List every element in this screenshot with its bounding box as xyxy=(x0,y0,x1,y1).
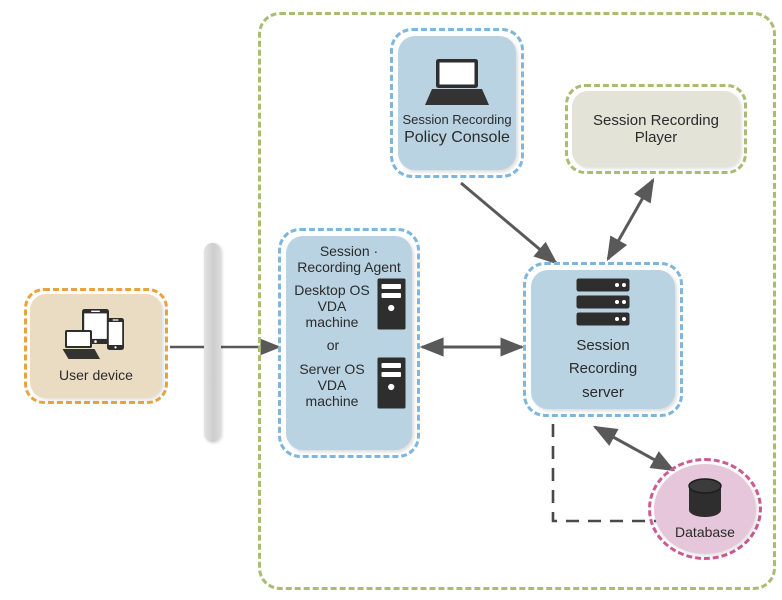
desktop-vda-row: Desktop OS VDA machine xyxy=(292,278,406,335)
server-label-line1: Session xyxy=(576,337,630,355)
policy-console-label-line2: Policy Console xyxy=(404,129,510,147)
database-cylinder-icon xyxy=(687,478,723,523)
node-session-recording-server[interactable]: Session Recording server xyxy=(523,262,683,417)
database-label: Database xyxy=(675,523,735,540)
server-vda-label: Server OS VDA machine xyxy=(299,361,365,409)
server-label-line3: server xyxy=(582,383,624,401)
devices-icon xyxy=(62,308,130,365)
firewall-bar-icon xyxy=(204,243,221,442)
policy-console-label-line1: Session Recording xyxy=(402,112,512,128)
node-policy-console[interactable]: Session Recording Policy Console xyxy=(390,28,524,178)
node-user-device[interactable]: User device xyxy=(24,288,168,404)
tower-computer-icon-2 xyxy=(377,357,406,414)
server-label-line2: Recording xyxy=(568,360,638,378)
agent-title-line2: Recording Agent xyxy=(297,258,401,275)
node-session-recording-player[interactable]: Session Recording Player xyxy=(565,84,747,174)
node-database[interactable]: Database xyxy=(648,458,762,560)
user-device-label: User device xyxy=(59,367,133,384)
agent-title-line1: Session · xyxy=(319,243,379,259)
laptop-icon xyxy=(424,58,490,113)
desktop-vda-label: Desktop OS VDA machine xyxy=(294,282,370,330)
diagram-canvas: User device Session Recording Policy Con… xyxy=(0,0,782,600)
server-vda-row: Server OS VDA machine xyxy=(292,357,406,414)
agent-or-label: or xyxy=(326,337,340,354)
player-label-line1: Session Recording xyxy=(593,111,719,129)
tower-computer-icon xyxy=(377,278,406,335)
agent-title: Session · Recording Agent xyxy=(292,243,406,275)
node-session-recording-agent[interactable]: Session · Recording Agent Desktop OS VDA… xyxy=(278,228,420,458)
player-label-line2: Player xyxy=(634,129,678,146)
server-rack-icon xyxy=(576,278,630,331)
